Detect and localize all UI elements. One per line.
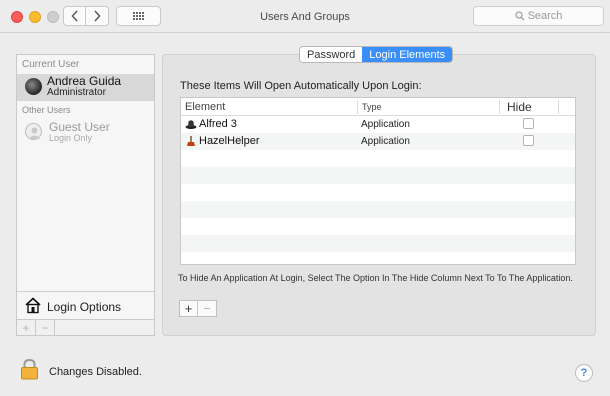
hide-checkbox[interactable] — [523, 135, 534, 146]
title-bar: Users And Groups Search — [0, 0, 610, 33]
user-role: Login Only — [49, 133, 93, 143]
remove-user-button[interactable]: − — [36, 320, 55, 335]
table-row[interactable]: HazelHelper Application — [181, 133, 575, 150]
guest-avatar-icon — [25, 123, 42, 140]
login-items-add-remove: + − — [179, 300, 217, 317]
user-name: Andrea Guida — [47, 74, 122, 88]
user-row-guest[interactable]: Guest User Login Only — [17, 119, 154, 146]
other-users-header: Other Users — [22, 105, 71, 115]
search-placeholder: Search — [527, 10, 563, 22]
item-element: Alfred 3 — [185, 118, 237, 130]
user-row-current[interactable]: Andrea Guida Administrator — [17, 74, 154, 101]
item-element: HazelHelper — [185, 135, 260, 147]
column-hide[interactable]: Hide — [507, 100, 532, 114]
tab-login-elements[interactable]: Login Elements — [362, 47, 453, 62]
lock-icon[interactable] — [20, 358, 39, 380]
user-role: Administrator — [47, 87, 106, 98]
item-type: Application — [361, 136, 410, 147]
remove-login-item-button[interactable]: − — [198, 301, 216, 316]
avatar — [25, 78, 42, 95]
add-user-button[interactable]: + — [17, 320, 36, 335]
add-login-item-button[interactable]: + — [180, 301, 198, 316]
hazel-broom-icon — [187, 136, 195, 146]
tab-password[interactable]: Password — [300, 47, 363, 62]
users-sidebar: Current User Andrea Guida Administrator … — [16, 54, 155, 320]
hide-hint-text: To Hide An Application At Login, Select … — [178, 273, 573, 283]
tab-bar: Password Login Elements — [299, 46, 454, 63]
login-items-table: Element Type Hide Alfred 3 Application H… — [180, 97, 576, 265]
login-options-row[interactable]: Login Options — [17, 291, 154, 319]
login-options-label: Login Options — [47, 300, 122, 314]
search-field[interactable]: Search — [473, 6, 604, 26]
column-element[interactable]: Element — [185, 101, 225, 113]
table-header: Element Type Hide — [181, 98, 575, 116]
panel-title: These Items Will Open Automatically Upon… — [180, 80, 422, 92]
item-type: Application — [361, 119, 410, 130]
user-name: Guest User — [49, 120, 110, 134]
item-name: Alfred 3 — [199, 118, 237, 130]
column-type[interactable]: Type — [362, 102, 382, 112]
item-name: HazelHelper — [199, 135, 260, 147]
hide-checkbox[interactable] — [523, 118, 534, 129]
help-button[interactable]: ? — [575, 364, 593, 382]
sidebar-add-remove: + − — [16, 320, 155, 336]
house-icon — [25, 297, 41, 314]
search-icon — [514, 11, 525, 21]
table-row[interactable]: Alfred 3 Application — [181, 116, 575, 133]
alfred-hat-icon — [185, 120, 197, 129]
current-user-header: Current User — [22, 59, 80, 70]
lock-status-label: Changes Disabled. — [49, 366, 142, 378]
